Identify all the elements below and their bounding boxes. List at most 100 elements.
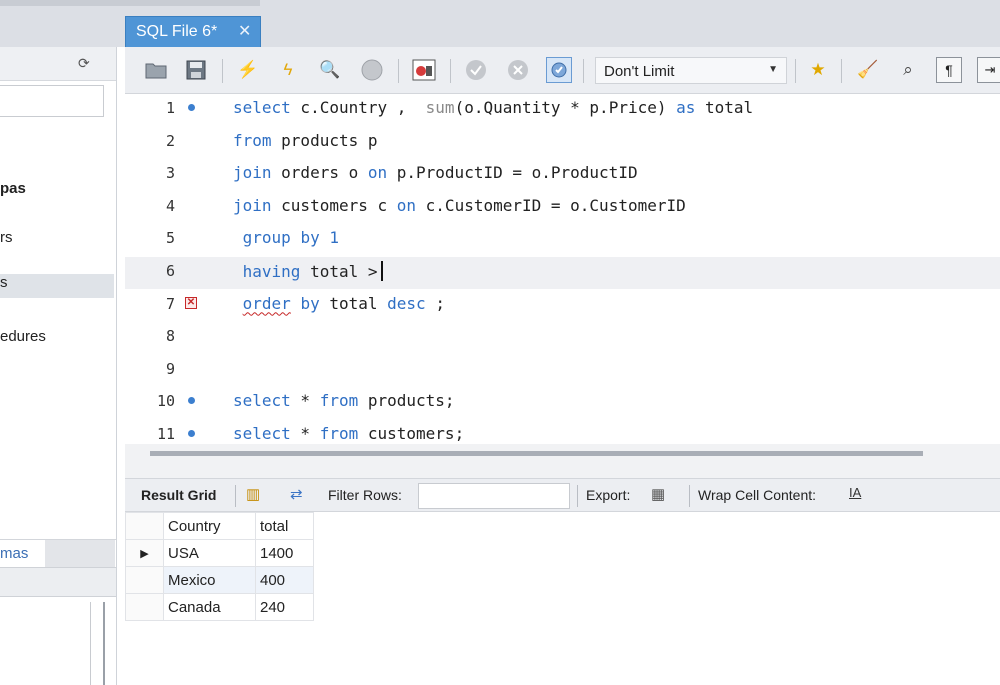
execute-icon[interactable]: ⚡ (235, 57, 261, 83)
toggle-results-icon[interactable] (411, 57, 437, 83)
sql-keyword: as (676, 98, 696, 117)
sql-text: (o.Quantity * p.Price) (454, 98, 677, 117)
table-row[interactable]: Canada 240 (125, 593, 314, 621)
editor-horizontal-scrollbar[interactable] (150, 451, 923, 456)
sql-keyword: having (242, 262, 301, 281)
wrap-icon[interactable]: ⇥ (977, 57, 1000, 83)
code-line[interactable]: 9 (125, 355, 1000, 387)
code-line[interactable]: 4 join customers c on c.CustomerID = o.Cu… (125, 192, 1000, 224)
filter-rows-label: Filter Rows: (328, 487, 402, 503)
wrap-cell-icon[interactable]: IA (849, 485, 861, 500)
tab-label: SQL File 6* (136, 23, 218, 40)
error-marker-icon: ✕ (185, 296, 197, 309)
line-number: 8 (165, 327, 175, 346)
bookmark-icon[interactable]: ★ (805, 57, 831, 83)
sidebar-item-procedures[interactable]: edures (0, 328, 46, 345)
result-toolbar-separator (235, 485, 236, 507)
top-strip: SQL File 6* ✕ (0, 0, 1000, 47)
sql-keyword: from (319, 391, 359, 411)
table-row[interactable]: ▶ USA 1400 (125, 539, 314, 567)
panel-splitter[interactable] (125, 444, 1000, 478)
code-line[interactable]: 1 select c.Country , sum(o.Quantity * p.P… (125, 94, 1000, 126)
toolbar-separator (583, 59, 584, 83)
tab-sql-file-6[interactable]: SQL File 6* ✕ (125, 16, 261, 47)
sql-keyword: from (233, 130, 272, 150)
sql-keyword: desc (387, 293, 426, 313)
beautify-icon[interactable]: 🧹 (855, 57, 881, 83)
cell-total[interactable]: 400 (255, 566, 314, 594)
find-icon[interactable]: ⌕ (895, 57, 921, 83)
sql-keyword: select (233, 424, 291, 443)
sql-text: total (695, 98, 754, 117)
code-line[interactable]: 5 group by 1 (125, 224, 1000, 256)
row-gutter (125, 593, 164, 621)
save-icon[interactable] (183, 57, 209, 83)
autocommit-icon[interactable] (546, 57, 572, 83)
sidebar-scrollbar[interactable] (90, 602, 105, 685)
code-line[interactable]: 3 join orders o on p.ProductID = o.Produc… (125, 159, 1000, 191)
code-text: having total > (233, 261, 383, 281)
commit-icon[interactable] (463, 57, 489, 83)
toolbar-separator (398, 59, 399, 83)
sql-text: total > (300, 262, 378, 281)
filter-rows-input[interactable] (418, 483, 570, 509)
grid-form-icon[interactable]: ▥ (246, 485, 260, 503)
schema-filter-input[interactable] (0, 85, 104, 117)
line-number: 11 (156, 425, 175, 443)
syntax-error-token: order (242, 293, 291, 313)
explain-icon[interactable]: 🔍 (317, 57, 343, 83)
table-row[interactable]: Mexico 400 (125, 566, 314, 594)
code-line[interactable]: 2 from products p (125, 127, 1000, 159)
cell-country[interactable]: Canada (163, 593, 256, 621)
current-row-indicator-icon: ▶ (125, 539, 164, 567)
code-text: select c.Country , sum(o.Quantity * p.Pr… (233, 98, 753, 117)
sql-keyword: join (233, 195, 272, 215)
result-grid-button[interactable]: Result Grid (141, 487, 216, 503)
close-icon[interactable]: ✕ (238, 21, 251, 41)
statement-marker-icon (185, 101, 197, 113)
sidebar-item-schema[interactable]: pas (0, 180, 26, 197)
sql-keyword: from (319, 424, 359, 443)
sql-keyword: 1 (329, 228, 339, 248)
line-number: 7 (165, 294, 175, 313)
row-gutter (125, 566, 164, 594)
code-line[interactable]: 6 having total > (125, 257, 1000, 289)
code-line[interactable]: 8 (125, 322, 1000, 354)
code-text: from products p (233, 131, 378, 150)
line-number: 3 (165, 164, 175, 183)
cell-country[interactable]: USA (163, 539, 256, 567)
rollback-icon[interactable] (505, 57, 531, 83)
sql-keyword: on (396, 195, 417, 215)
cell-country[interactable]: Mexico (163, 566, 256, 594)
execute-current-icon[interactable]: ϟ (275, 57, 301, 83)
limit-rows-select[interactable]: Don't Limit ▼ (595, 57, 787, 84)
limit-select-value: Don't Limit (604, 63, 675, 80)
sidebar-item-views[interactable]: s (0, 274, 114, 298)
result-header-row: Country total (125, 512, 314, 540)
cell-total[interactable]: 1400 (255, 539, 314, 567)
sql-text: total (319, 293, 388, 313)
sidebar-item-tables[interactable]: rs (0, 229, 13, 246)
result-toolbar-separator (689, 485, 690, 507)
sql-text: customers c (271, 195, 397, 215)
toolbar-separator (450, 59, 451, 83)
code-line[interactable]: 7 ✕ order by total desc ; (125, 290, 1000, 322)
code-line[interactable]: 11 select * from customers; (125, 420, 1000, 444)
refresh-results-icon[interactable]: ⇄ (290, 485, 303, 503)
sql-editor[interactable]: 1 select c.Country , sum(o.Quantity * p.P… (125, 94, 1000, 444)
sql-text: p.ProductID = o.ProductID (387, 163, 638, 183)
navigator-sidebar: ⟳ pas rs s edures mas (0, 47, 117, 685)
column-header-total[interactable]: total (255, 512, 314, 540)
stop-icon[interactable] (359, 57, 385, 83)
refresh-icon[interactable]: ⟳ (78, 55, 90, 72)
sql-text: c.CustomerID = o.CustomerID (416, 195, 686, 215)
code-line[interactable]: 10 select * from products; (125, 387, 1000, 419)
column-header-country[interactable]: Country (163, 512, 256, 540)
invisible-chars-icon[interactable]: ¶ (936, 57, 962, 83)
open-file-icon[interactable] (143, 57, 169, 83)
cell-total[interactable]: 240 (255, 593, 314, 621)
export-icon[interactable]: ▦ (651, 485, 665, 503)
schemas-tab[interactable]: mas (0, 539, 116, 568)
